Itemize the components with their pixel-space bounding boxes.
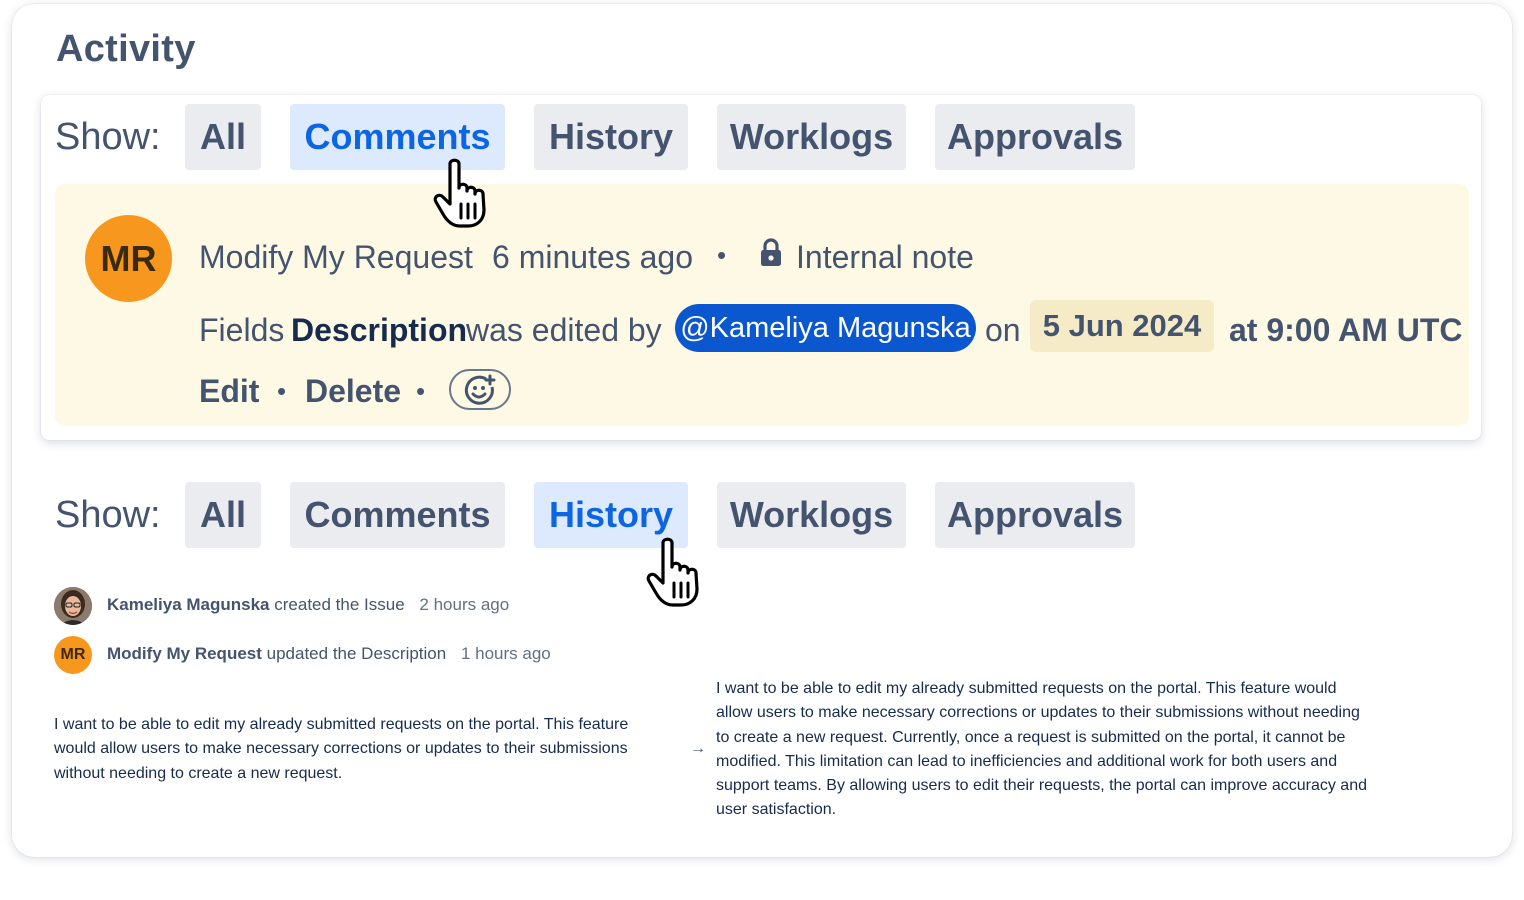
- hand-pointer-icon: [432, 158, 502, 230]
- separator-dot: •: [416, 376, 426, 406]
- old-description: I want to be able to edit my already sub…: [54, 716, 629, 782]
- history-time: 1 hours ago: [460, 644, 551, 663]
- avatar: MR: [54, 636, 92, 674]
- history-author[interactable]: Modify My Request: [107, 644, 262, 663]
- history-author[interactable]: Kameliya Magunska: [107, 595, 270, 614]
- filter-all[interactable]: All: [185, 482, 261, 548]
- history-text: Kameliya Magunska created the Issue 2 ho…: [107, 595, 509, 615]
- filter-all[interactable]: All: [185, 104, 261, 170]
- date-lozenge: 5 Jun 2024: [1030, 300, 1214, 352]
- avatar: MR: [85, 215, 172, 302]
- history-action: created the Issue: [274, 595, 405, 614]
- filter-comments[interactable]: Comments: [290, 482, 505, 548]
- delete-link[interactable]: Delete: [305, 373, 401, 410]
- new-description: I want to be able to edit my already sub…: [716, 680, 1367, 819]
- show-label: Show:: [55, 116, 161, 158]
- page-title: Activity: [56, 28, 196, 70]
- edit-link[interactable]: Edit: [199, 373, 259, 410]
- show-label: Show:: [55, 494, 161, 536]
- history-time: 2 hours ago: [419, 595, 510, 614]
- add-reaction-button[interactable]: [449, 369, 511, 410]
- avatar: [54, 587, 92, 625]
- lock-icon: [759, 238, 783, 268]
- edit-prefix: Fields: [199, 312, 285, 348]
- separator-dot: •: [277, 376, 287, 406]
- edit-middle: was edited by: [466, 312, 662, 348]
- separator-dot: •: [717, 240, 727, 270]
- filter-approvals[interactable]: Approvals: [935, 104, 1135, 170]
- history-text: Modify My Request updated the Descriptio…: [107, 644, 551, 664]
- comment-time: 6 minutes ago: [492, 239, 694, 275]
- filter-row-history: Show: All Comments History Worklogs Appr…: [0, 482, 1200, 550]
- filter-worklogs[interactable]: Worklogs: [717, 482, 906, 548]
- user-mention[interactable]: @Kameliya Magunska: [675, 304, 976, 352]
- arrow-right-icon: →: [690, 740, 706, 757]
- history-action: updated the Description: [266, 644, 447, 663]
- filter-approvals[interactable]: Approvals: [935, 482, 1135, 548]
- history-item: MR Modify My Request updated the Descrip…: [54, 636, 754, 674]
- filter-row-comments: Show: All Comments History Worklogs Appr…: [0, 104, 1200, 172]
- edit-time: at 9:00 AM UTC: [1229, 312, 1463, 348]
- comment-author: Modify My Request: [199, 239, 473, 275]
- filter-worklogs[interactable]: Worklogs: [717, 104, 906, 170]
- edit-on: on: [985, 312, 1021, 348]
- add-reaction-icon: [464, 374, 496, 406]
- visibility-label: Internal note: [796, 239, 974, 275]
- filter-history[interactable]: History: [534, 104, 688, 170]
- history-item: Kameliya Magunska created the Issue 2 ho…: [54, 587, 754, 625]
- edited-field: Description: [291, 312, 468, 348]
